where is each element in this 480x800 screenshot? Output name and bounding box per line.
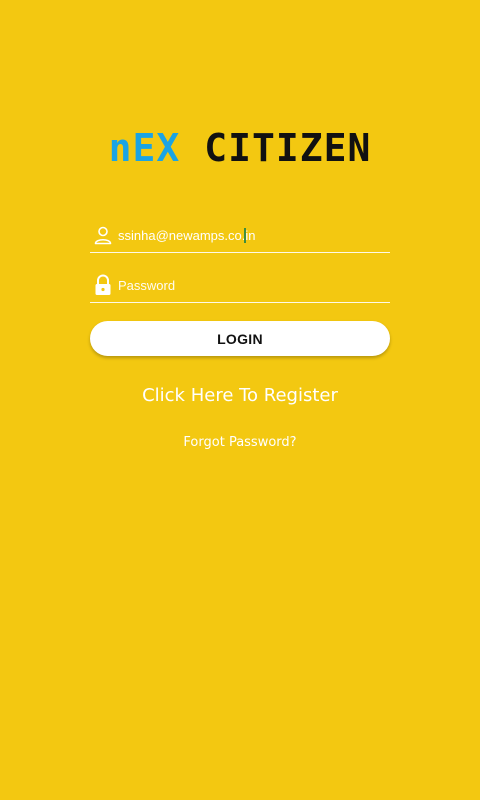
password-field[interactable] [90, 268, 390, 303]
login-button[interactable]: LOGIN [90, 321, 390, 356]
logo-nex-text: nEX [108, 126, 181, 170]
email-field[interactable] [90, 218, 390, 253]
lock-icon [92, 274, 114, 296]
app-logo: nEX CITIZEN [0, 128, 480, 168]
person-icon [92, 224, 114, 246]
logo-citizen-text: CITIZEN [204, 126, 372, 170]
password-input[interactable] [118, 277, 378, 293]
forgot-password-link[interactable]: Forgot Password? [0, 435, 480, 450]
email-input[interactable] [118, 227, 378, 243]
text-cursor [244, 228, 246, 243]
register-link[interactable]: Click Here To Register [0, 385, 480, 406]
